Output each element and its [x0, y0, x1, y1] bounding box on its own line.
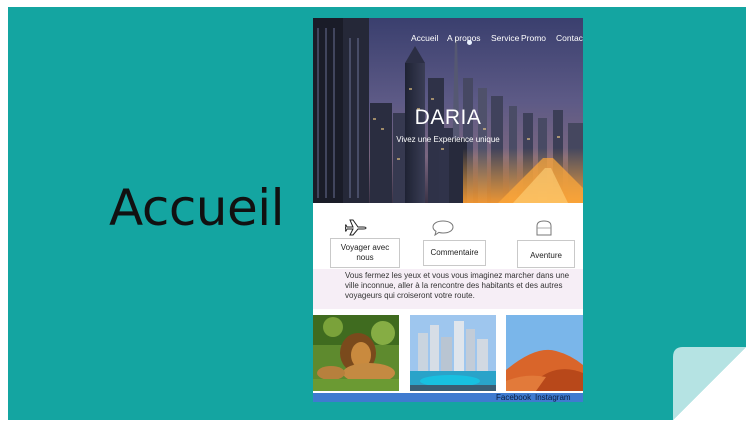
description-block: Vous fermez les yeux et vous vous imagin…: [313, 269, 583, 309]
feature-label: Voyager avec nous: [340, 243, 390, 262]
footer-link-instagram[interactable]: Instagram: [535, 393, 571, 402]
hero-title: DARIA: [414, 106, 482, 129]
nav-item-contact[interactable]: Contac: [556, 33, 583, 43]
desert-photo: [506, 315, 583, 391]
voyager-avec-nous-button[interactable]: Voyager avec nous: [330, 238, 400, 268]
nav-item-apropos[interactable]: A propos: [447, 33, 481, 43]
nav-item-promo[interactable]: Promo: [521, 33, 546, 43]
hero-banner: Accueil A propos Service Promo Contac DA…: [313, 18, 583, 203]
description-text: Vous fermez les yeux et vous vous imagin…: [345, 271, 570, 300]
aventure-button[interactable]: Aventure: [517, 240, 575, 268]
nav-item-service[interactable]: Service: [491, 33, 519, 43]
top-navigation: Accueil A propos Service Promo Contac: [313, 33, 583, 47]
hero-subtitle: Vivez une Experience unique: [396, 135, 500, 144]
slide: Accueil Accueil A propos Service Promo C…: [8, 7, 746, 420]
comment-bubble-icon: [432, 220, 454, 236]
feature-label: Aventure: [530, 250, 562, 260]
feature-label: Commentaire: [430, 248, 479, 257]
website-mockup: Accueil A propos Service Promo Contac DA…: [313, 18, 583, 402]
airplane-icon: [345, 219, 367, 236]
adventure-icon: [536, 220, 552, 236]
marina-photo: [410, 315, 496, 391]
slide-title: Accueil: [109, 179, 285, 237]
page-curl-corner: [673, 347, 746, 420]
commentaire-button[interactable]: Commentaire: [423, 240, 486, 266]
footer-link-facebook[interactable]: Facebook: [496, 393, 531, 402]
nav-item-accueil[interactable]: Accueil: [411, 33, 438, 43]
cursor-dot: [467, 40, 472, 45]
lion-photo: [313, 315, 399, 391]
